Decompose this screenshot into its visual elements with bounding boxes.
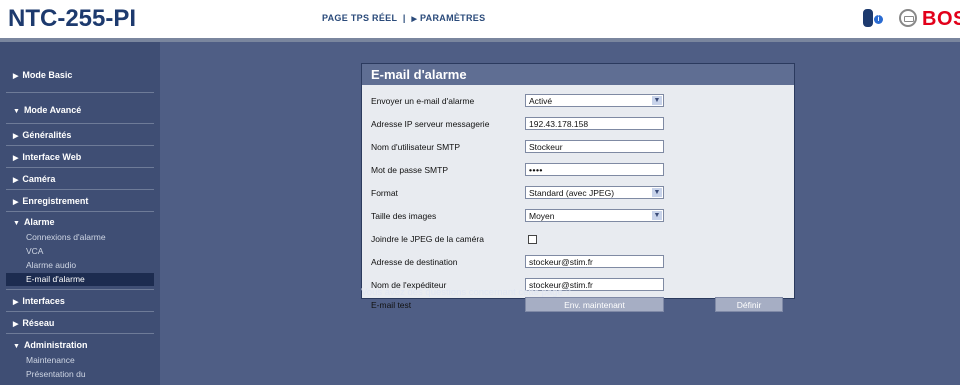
image-size-value: Moyen xyxy=(529,211,555,221)
triangle-right-icon: ▶ xyxy=(13,199,19,206)
header: NTC-255-PI PAGE TPS RÉEL | ▶ PARAMÈTRES … xyxy=(0,0,960,38)
image-size-select[interactable]: Moyen ▼ xyxy=(525,209,664,222)
nav-live-link[interactable]: PAGE TPS RÉEL xyxy=(322,13,397,23)
sidebar-subitem-alarme-audio[interactable]: Alarme audio xyxy=(26,260,76,270)
divider xyxy=(6,311,154,312)
divider xyxy=(6,145,154,146)
send-email-select[interactable]: Activé ▼ xyxy=(525,94,664,107)
sidebar-item-generalites[interactable]: ▶ Généralités xyxy=(13,130,71,140)
sidebar-subitem-connexions-alarme[interactable]: Connexions d'alarme xyxy=(26,232,106,242)
sidebar-item-mode-basic[interactable]: ▶ Mode Basic xyxy=(13,70,72,80)
sidebar-item-interfaces[interactable]: ▶ Interfaces xyxy=(13,296,65,306)
sidebar-item-label: Alarme xyxy=(23,217,55,227)
smtp-pass-input[interactable]: •••• xyxy=(525,163,664,176)
sidebar-item-alarme[interactable]: ▼ Alarme xyxy=(13,217,54,227)
divider xyxy=(6,211,154,212)
triangle-right-icon: ▶ xyxy=(13,73,19,80)
sidebar-subitem-maintenance[interactable]: Maintenance xyxy=(26,355,75,365)
test-email-label: E-mail test xyxy=(371,300,412,310)
divider xyxy=(6,123,154,124)
sidebar-item-label: Interfaces xyxy=(22,296,65,306)
sidebar-item-administration[interactable]: ▼ Administration xyxy=(13,340,87,350)
smtp-ip-input[interactable]: 192.43.178.158 xyxy=(525,117,664,130)
sidebar-item-label: Caméra xyxy=(22,174,56,184)
sidebar-item-label: Généralités xyxy=(22,130,72,140)
divider xyxy=(6,289,154,290)
triangle-down-icon: ▼ xyxy=(13,108,20,115)
sidebar-item-mode-advanced[interactable]: ▼ Mode Avancé xyxy=(13,105,81,115)
smtp-user-label: Nom d'utilisateur SMTP xyxy=(371,142,461,152)
sidebar-item-label: Mode Basic xyxy=(22,70,73,80)
chevron-down-icon: ▼ xyxy=(652,96,662,105)
brand-logo: BOS xyxy=(922,8,960,30)
faq-link[interactable]: Vous avez des questions concernant cette… xyxy=(361,287,571,298)
send-now-button[interactable]: Env. maintenant xyxy=(525,297,664,312)
dest-input[interactable]: stockeur@stim.fr xyxy=(525,255,664,268)
triangle-right-icon: ▶ xyxy=(13,155,19,162)
divider xyxy=(6,167,154,168)
attach-jpeg-checkbox[interactable] xyxy=(528,235,537,244)
sidebar-item-interface-web[interactable]: ▶ Interface Web xyxy=(13,152,81,162)
sidebar-subitem-presentation[interactable]: Présentation du xyxy=(26,369,86,379)
sidebar-item-label: Réseau xyxy=(22,318,55,328)
chevron-down-icon: ▼ xyxy=(652,211,662,220)
thermometer-icon[interactable] xyxy=(863,9,873,27)
dest-label: Adresse de destination xyxy=(371,257,458,267)
format-label: Format xyxy=(371,188,398,198)
triangle-right-icon: ▶ xyxy=(13,133,19,140)
divider xyxy=(6,92,154,93)
format-select[interactable]: Standard (avec JPEG) ▼ xyxy=(525,186,664,199)
triangle-right-icon: ▶ xyxy=(13,299,19,306)
sidebar-item-enregistrement[interactable]: ▶ Enregistrement xyxy=(13,196,88,206)
image-size-label: Taille des images xyxy=(371,211,437,221)
smtp-user-input[interactable]: Stockeur xyxy=(525,140,664,153)
send-email-value: Activé xyxy=(529,96,553,106)
sidebar-subitem-email-alarme[interactable]: E-mail d'alarme xyxy=(26,274,85,284)
send-email-label: Envoyer un e-mail d'alarme xyxy=(371,96,475,106)
sidebar-item-label: Enregistrement xyxy=(22,196,89,206)
top-nav: PAGE TPS RÉEL | ▶ PARAMÈTRES xyxy=(322,13,485,23)
nav-separator: | xyxy=(402,13,406,23)
panel-title: E-mail d'alarme xyxy=(362,64,794,85)
smtp-ip-label: Adresse IP serveur messagerie xyxy=(371,119,490,129)
attach-jpeg-label: Joindre le JPEG de la caméra xyxy=(371,234,484,244)
format-value: Standard (avec JPEG) xyxy=(529,188,615,198)
nav-arrow-icon: ▶ xyxy=(411,16,418,23)
sidebar-item-label: Interface Web xyxy=(22,152,82,162)
triangle-right-icon: ▶ xyxy=(13,321,19,328)
sidebar-item-label: Mode Avancé xyxy=(23,105,82,115)
bosch-logo-icon xyxy=(899,9,917,27)
email-alarm-panel: E-mail d'alarme Envoyer un e-mail d'alar… xyxy=(361,63,795,312)
triangle-right-icon: ▶ xyxy=(13,177,19,184)
nav-params-link[interactable]: PARAMÈTRES xyxy=(420,13,485,23)
sidebar-item-camera[interactable]: ▶ Caméra xyxy=(13,174,55,184)
main-content: E-mail d'alarme Envoyer un e-mail d'alar… xyxy=(160,38,960,385)
model-title: NTC-255-PI xyxy=(8,5,137,32)
sidebar: ▶ Mode Basic ▼ Mode Avancé ▶ Généralités ▶ I… xyxy=(0,38,160,385)
divider xyxy=(6,333,154,334)
sidebar-item-label: Administration xyxy=(23,340,88,350)
divider xyxy=(6,189,154,190)
triangle-down-icon: ▼ xyxy=(13,220,20,227)
sidebar-item-reseau[interactable]: ▶ Réseau xyxy=(13,318,54,328)
info-icon[interactable]: i xyxy=(874,15,883,24)
chevron-down-icon: ▼ xyxy=(652,188,662,197)
sidebar-subitem-vca[interactable]: VCA xyxy=(26,246,43,256)
define-button[interactable]: Définir xyxy=(715,297,783,312)
smtp-pass-label: Mot de passe SMTP xyxy=(371,165,449,175)
triangle-down-icon: ▼ xyxy=(13,343,20,350)
